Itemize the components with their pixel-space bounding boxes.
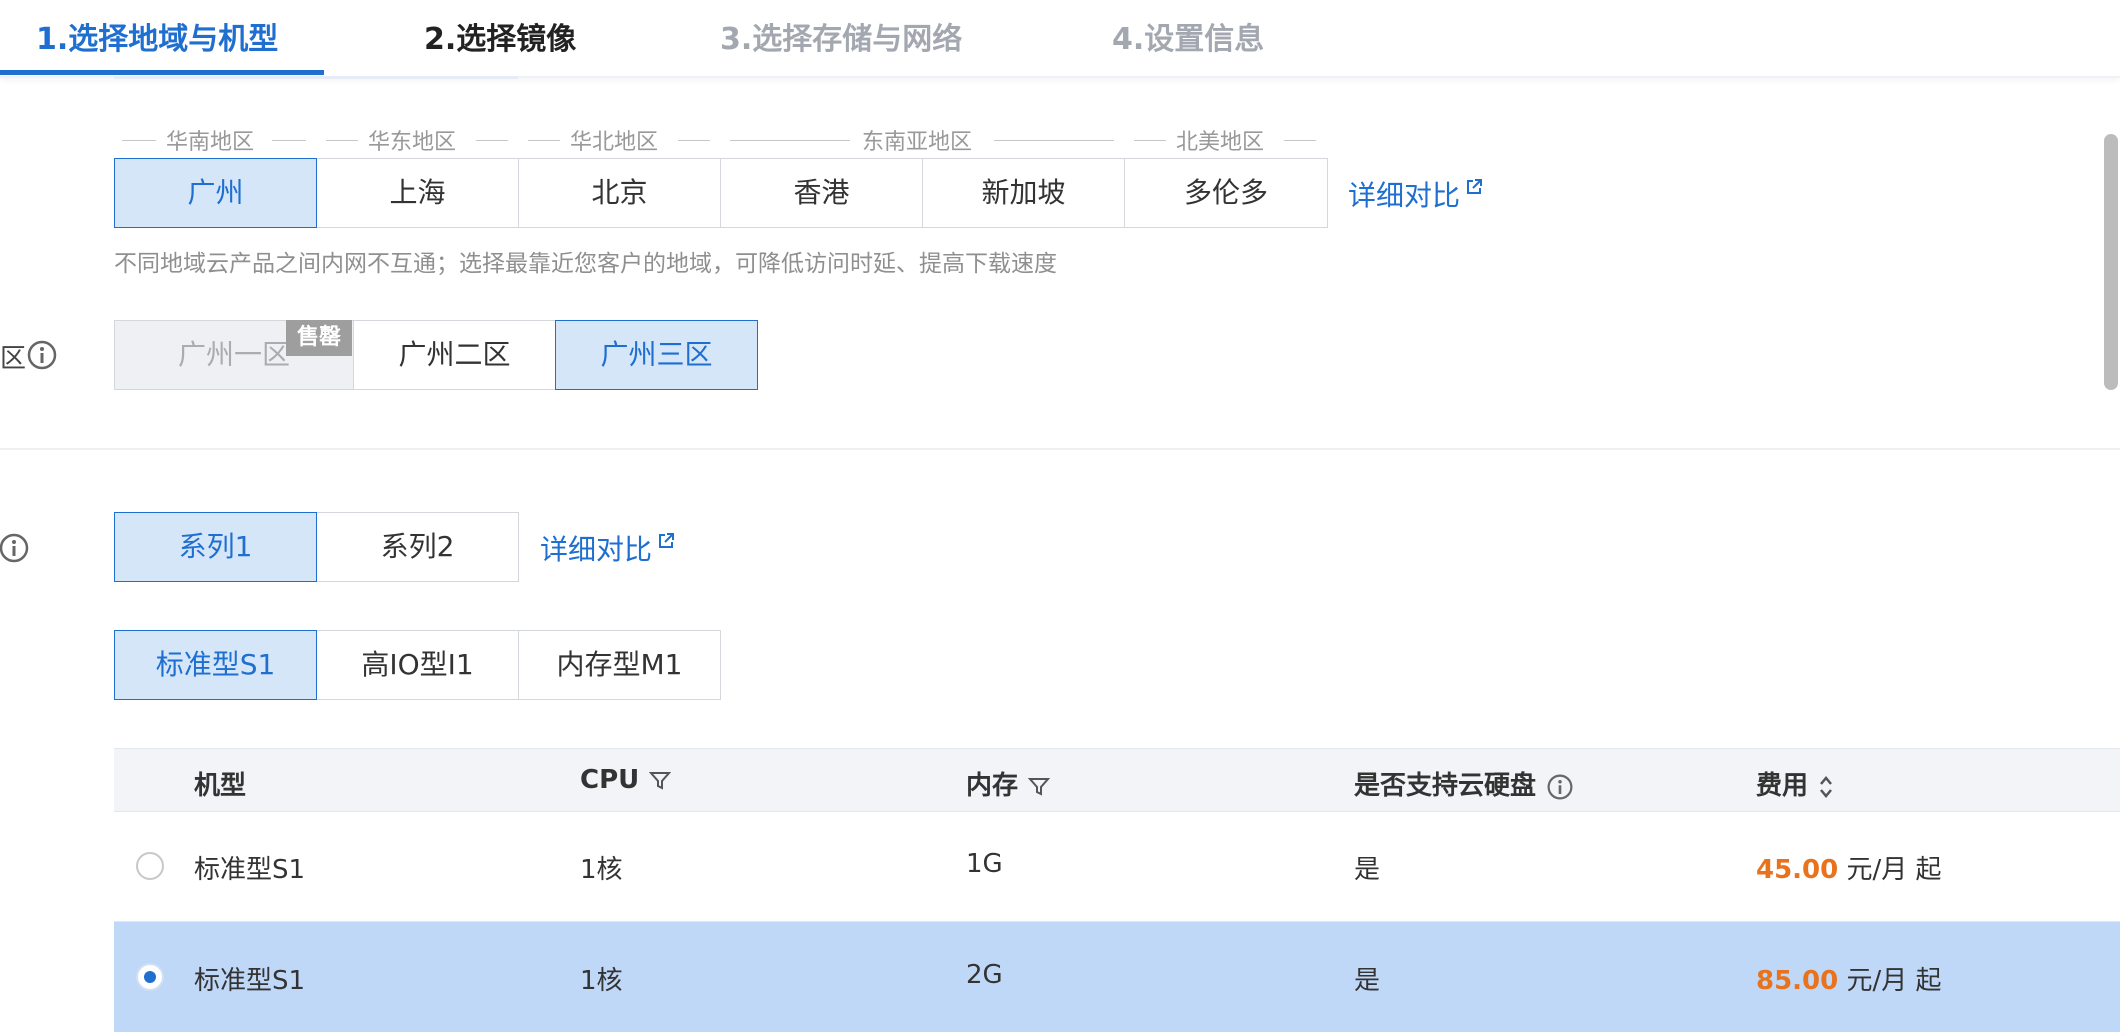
column-header-cpu-label: CPU — [580, 765, 640, 795]
region-group-east-china: 华东地区 — [326, 124, 508, 155]
table-row[interactable]: 标准型S1 1核 2G 是 85.00 元/月 起 — [114, 922, 2120, 1032]
price-unit: 元/月 起 — [1846, 855, 1942, 885]
cell-price: 45.00 元/月 起 — [1756, 849, 1942, 886]
cell-model: 标准型S1 — [194, 966, 306, 996]
region-option-singapore[interactable]: 新加坡 — [922, 158, 1125, 228]
info-icon[interactable] — [1546, 773, 1574, 801]
radio-icon[interactable] — [136, 963, 164, 991]
region-group-label: 东南亚地区 — [862, 130, 973, 155]
section-divider — [0, 448, 2120, 450]
region-group-label: 华北地区 — [570, 130, 659, 155]
table-row[interactable]: 标准型S1 1核 1G 是 45.00 元/月 起 — [114, 811, 2120, 922]
column-header-cpu[interactable]: CPU — [580, 765, 672, 795]
region-group-label: 北美地区 — [1176, 130, 1265, 155]
table-header: 机型 CPU 内存 是否支持云硬盘 费用 — [114, 748, 2120, 812]
sort-icon[interactable] — [1818, 774, 1834, 800]
region-group-south-china: 华南地区 — [122, 124, 306, 155]
cell-cloud-disk: 是 — [1354, 966, 1381, 996]
info-icon[interactable] — [26, 339, 58, 371]
scrollbar-thumb[interactable] — [2104, 134, 2118, 390]
divider — [114, 76, 518, 79]
series-compare-link[interactable]: 详细对比 — [540, 528, 675, 568]
external-link-icon — [1467, 179, 1483, 194]
zone-label: 区 — [0, 344, 27, 374]
region-group-label: 华东地区 — [368, 130, 457, 155]
price-value: 85.00 — [1756, 966, 1839, 996]
region-option-beijing[interactable]: 北京 — [518, 158, 721, 228]
cell-memory: 1G — [966, 849, 1003, 879]
zone-option-guangzhou-3[interactable]: 广州三区 — [555, 320, 758, 390]
column-header-memory[interactable]: 内存 — [966, 765, 1051, 802]
region-option-guangzhou[interactable]: 广州 — [114, 158, 317, 228]
cell-price: 85.00 元/月 起 — [1756, 960, 1942, 997]
filter-icon[interactable] — [649, 770, 672, 792]
external-link-icon — [659, 533, 675, 548]
zone-option-guangzhou-2[interactable]: 广州二区 — [353, 320, 556, 390]
instance-type-standard-s1[interactable]: 标准型S1 — [114, 630, 317, 700]
cell-cloud-disk: 是 — [1354, 855, 1381, 885]
radio-icon[interactable] — [136, 852, 164, 880]
cell-model: 标准型S1 — [194, 855, 306, 885]
series-option-2[interactable]: 系列2 — [316, 512, 519, 582]
instance-type-high-io-i1[interactable]: 高IO型I1 — [316, 630, 519, 700]
price-unit: 元/月 起 — [1846, 966, 1942, 996]
region-group-north-china: 华北地区 — [528, 124, 710, 155]
region-group-label: 华南地区 — [166, 130, 255, 155]
region-compare-link[interactable]: 详细对比 — [1348, 174, 1483, 214]
cell-memory: 2G — [966, 960, 1003, 990]
region-option-hongkong[interactable]: 香港 — [720, 158, 923, 228]
column-header-price-label: 费用 — [1756, 771, 1809, 801]
step-tabs: 1.选择地域与机型 2.选择镜像 3.选择存储与网络 4.设置信息 — [0, 0, 2120, 78]
sold-out-badge: 售罄 — [286, 320, 352, 356]
region-hint-text: 不同地域云产品之间内网不互通；选择最靠近您客户的地域，可降低访问时延、提高下载速… — [114, 251, 1057, 277]
region-option-toronto[interactable]: 多伦多 — [1124, 158, 1328, 228]
filter-icon[interactable] — [1028, 776, 1051, 798]
step-tab-storage-network[interactable]: 3.选择存储与网络 — [720, 14, 962, 58]
column-header-model: 机型 — [194, 771, 247, 801]
series-option-1[interactable]: 系列1 — [114, 512, 317, 582]
region-compare-link-text: 详细对比 — [1348, 179, 1461, 212]
cell-cpu: 1核 — [580, 855, 623, 885]
column-header-cloud-disk-label: 是否支持云硬盘 — [1354, 771, 1537, 801]
step-tab-image[interactable]: 2.选择镜像 — [424, 14, 576, 58]
series-compare-link-text: 详细对比 — [540, 533, 653, 566]
instance-type-memory-m1[interactable]: 内存型M1 — [518, 630, 721, 700]
column-header-price[interactable]: 费用 — [1756, 765, 1834, 802]
active-step-underline — [0, 70, 324, 75]
region-group-north-america: 北美地区 — [1134, 124, 1316, 155]
column-header-memory-label: 内存 — [966, 771, 1019, 801]
region-group-southeast-asia: 东南亚地区 — [730, 124, 1114, 155]
info-icon[interactable] — [0, 532, 30, 564]
region-option-shanghai[interactable]: 上海 — [316, 158, 519, 228]
cell-cpu: 1核 — [580, 966, 623, 996]
column-header-cloud-disk: 是否支持云硬盘 — [1354, 765, 1574, 802]
step-tab-region-model[interactable]: 1.选择地域与机型 — [36, 14, 278, 58]
step-tab-settings[interactable]: 4.设置信息 — [1112, 14, 1264, 58]
price-value: 45.00 — [1756, 855, 1839, 885]
